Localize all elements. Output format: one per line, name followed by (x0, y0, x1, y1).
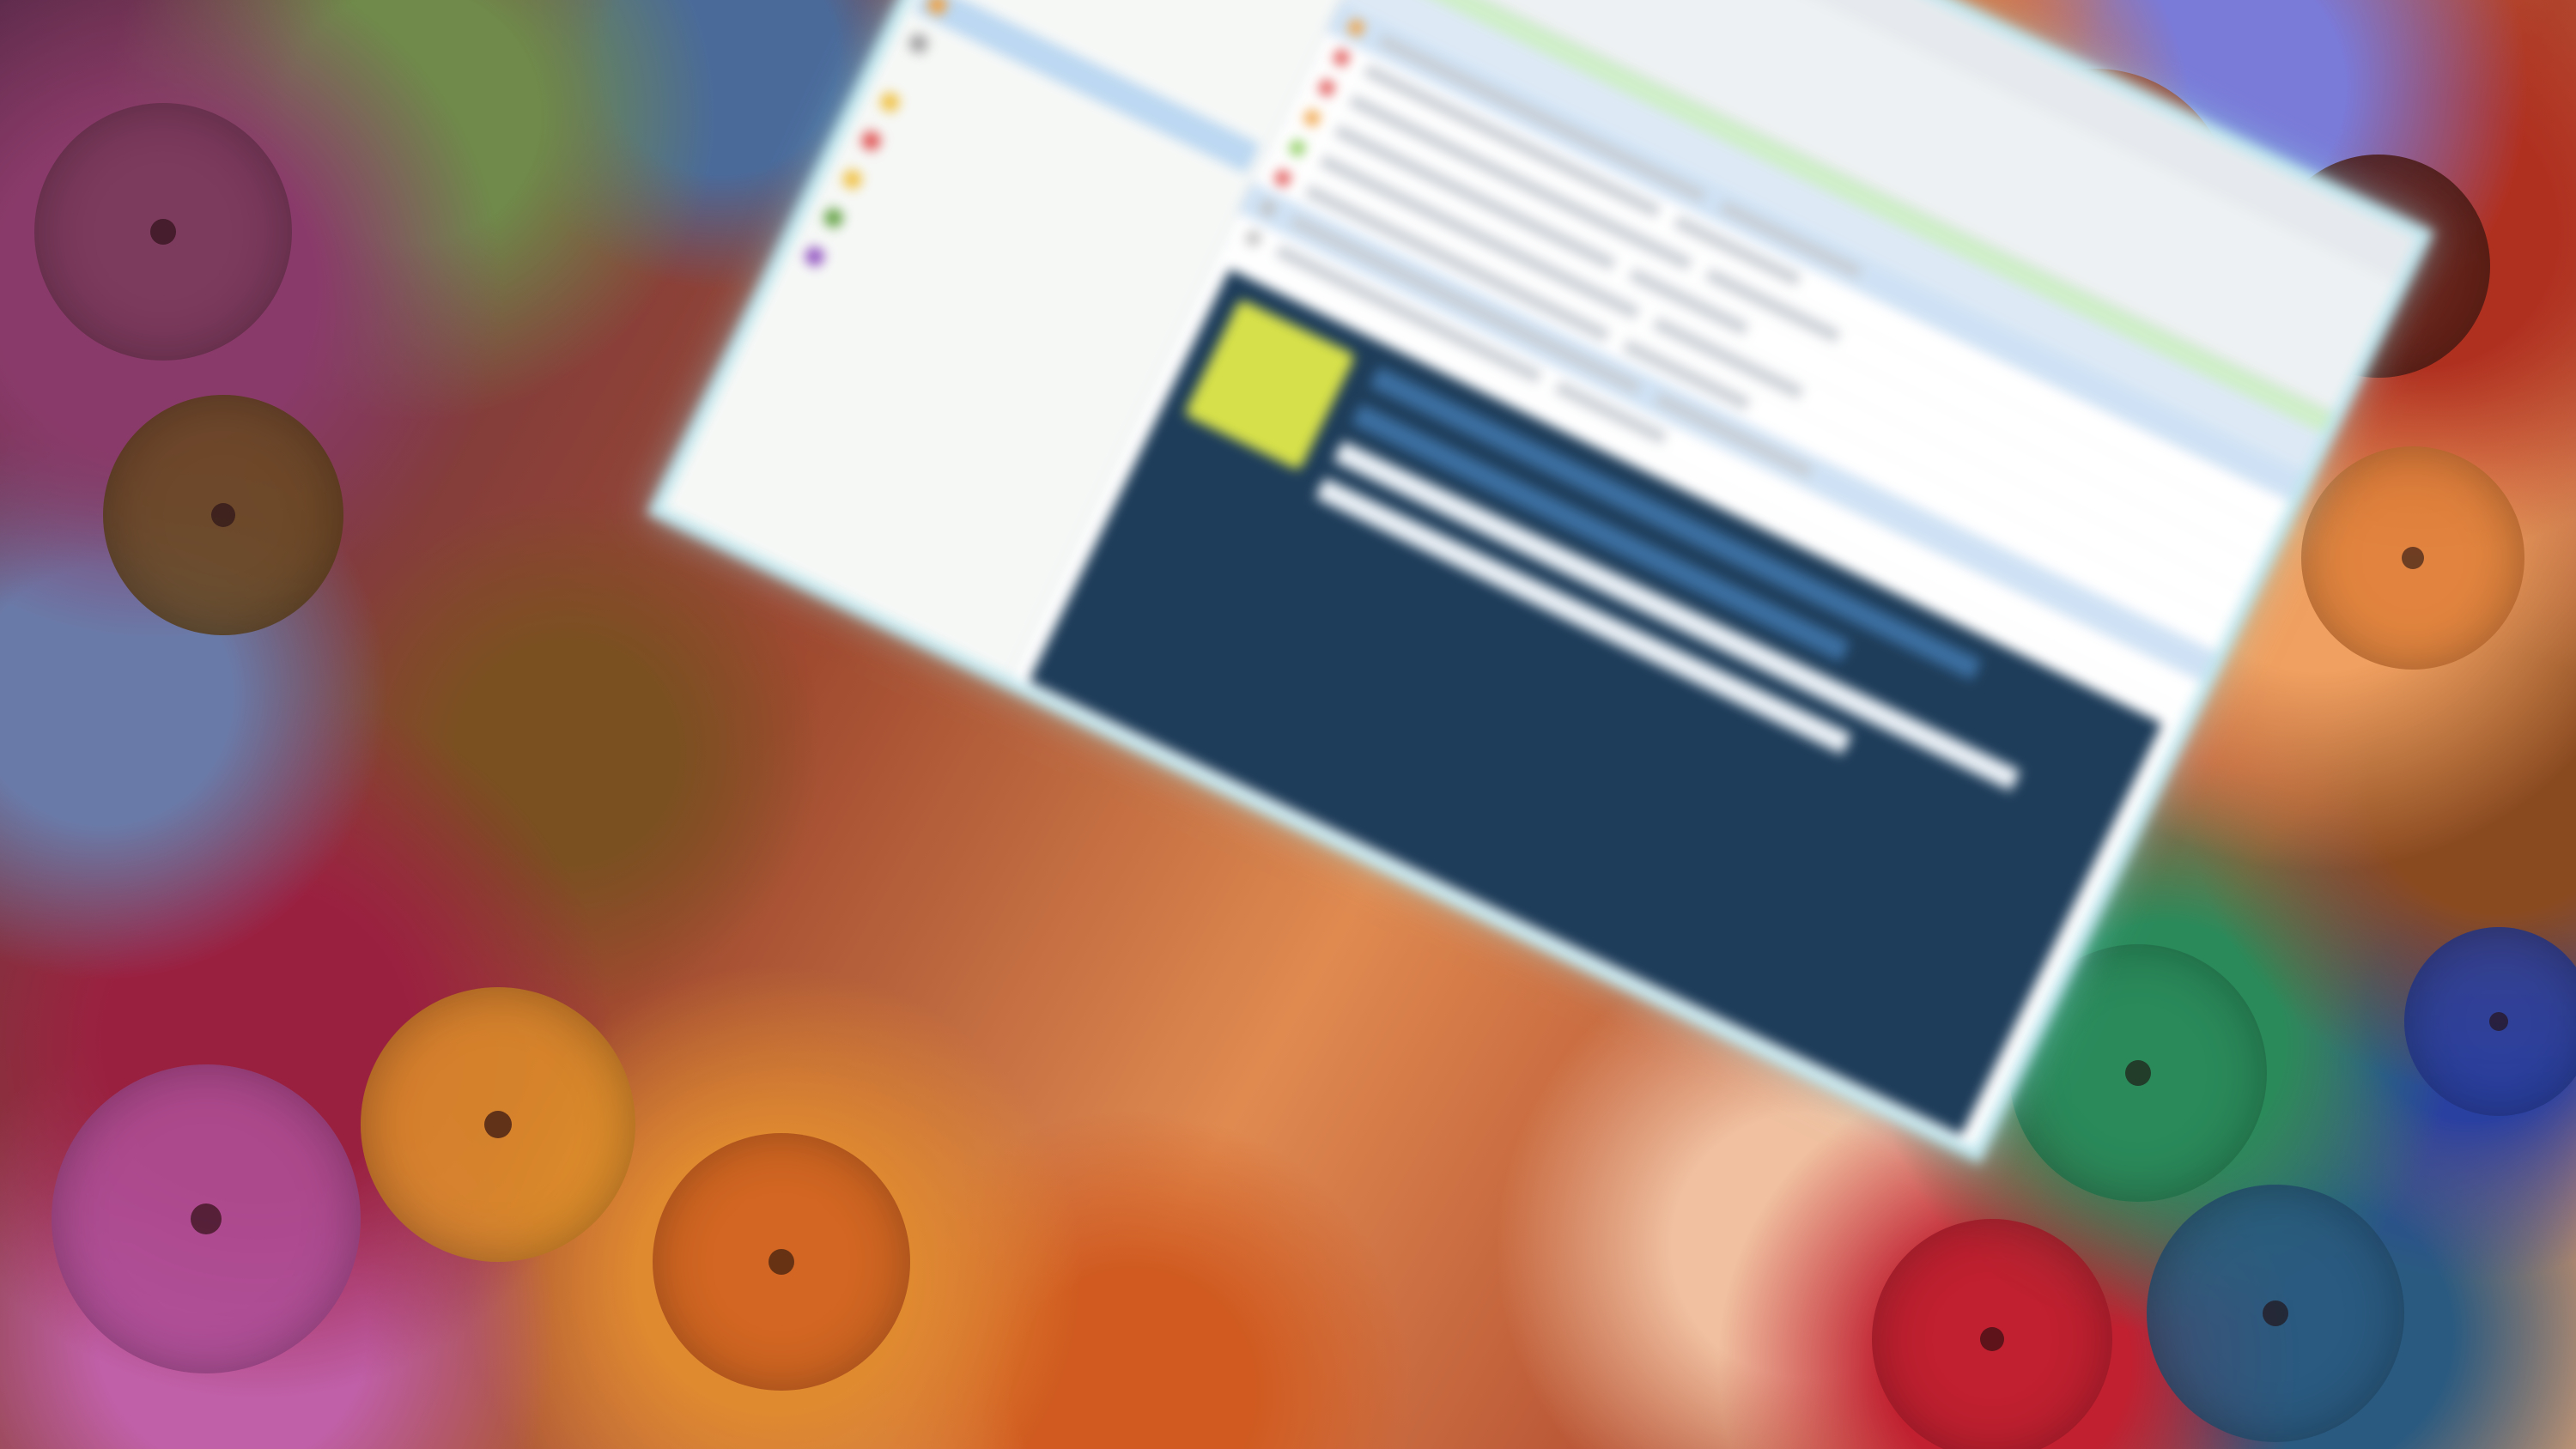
folder-icon (820, 205, 847, 231)
flag-icon (1257, 197, 1279, 219)
flag-icon (1346, 17, 1367, 39)
glass-flower (653, 1133, 910, 1391)
glass-flower (2301, 446, 2524, 670)
folder-icon (924, 0, 951, 18)
folder-icon (858, 128, 884, 154)
glass-flower (361, 987, 635, 1262)
flag-icon (1286, 137, 1309, 159)
folder-icon (877, 89, 903, 115)
flag-icon (1242, 227, 1264, 249)
folder-icon (839, 167, 866, 192)
flag-icon (1316, 77, 1338, 99)
folder-icon (802, 244, 828, 270)
glass-flower (2147, 1185, 2404, 1442)
glass-flower (2404, 927, 2576, 1116)
flag-icon (1302, 107, 1323, 129)
glass-flower (34, 103, 292, 361)
folder-icon (906, 30, 932, 57)
glass-flower (1872, 1219, 2112, 1449)
glass-flower (52, 1064, 361, 1373)
flag-icon (1331, 47, 1352, 69)
sender-logo-icon (1183, 299, 1357, 471)
glass-flower (103, 395, 343, 635)
flag-icon (1272, 167, 1293, 189)
